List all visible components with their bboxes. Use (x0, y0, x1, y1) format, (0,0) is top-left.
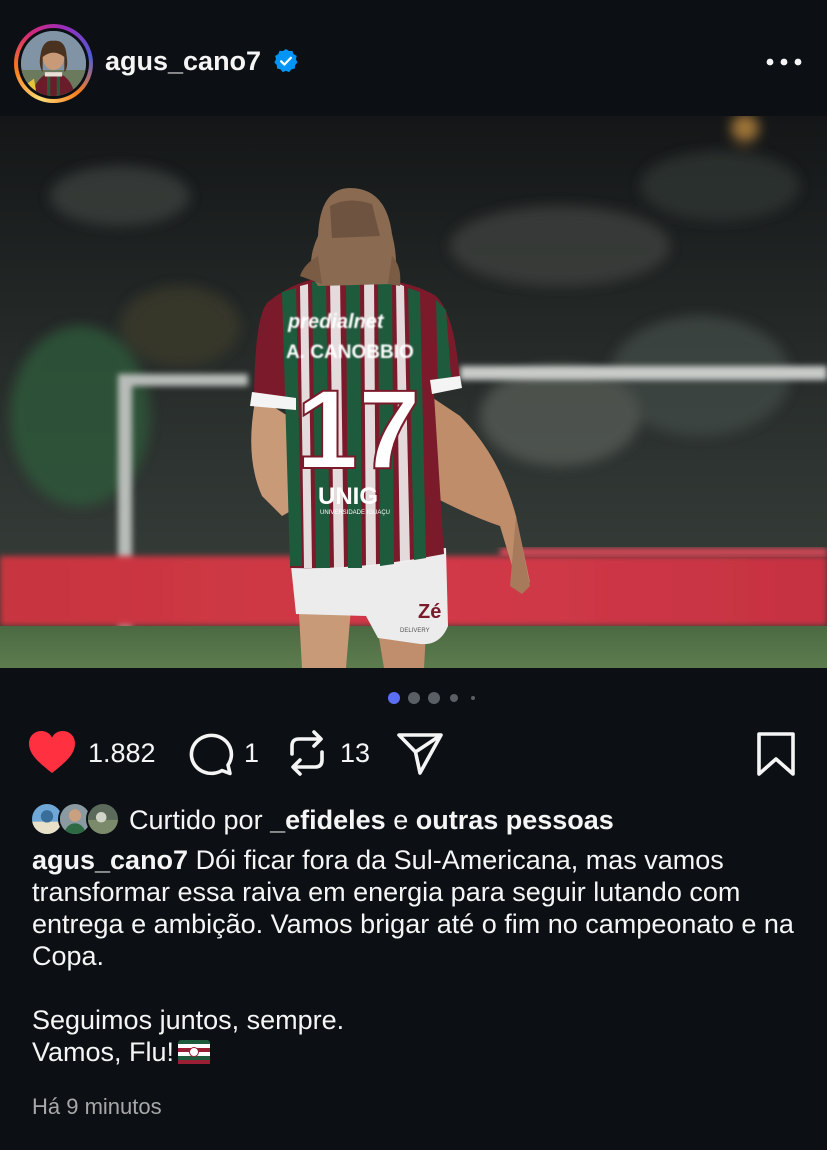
caption-line: Seguimos juntos, sempre. (32, 1005, 345, 1035)
jersey-number: 17 (296, 367, 421, 492)
fluminense-flag-icon (178, 1040, 211, 1064)
avatar[interactable] (21, 31, 86, 96)
liked-by-text: Curtido por _efideles e outras pessoas (129, 805, 614, 836)
jersey-sponsor-bottom-sub: UNIVERSIDADE IGUAÇU (320, 510, 390, 516)
liked-by-avatars (30, 802, 124, 838)
repost-icon[interactable] (286, 730, 328, 776)
heart-icon[interactable] (28, 730, 76, 774)
comments-count[interactable]: 1 (244, 738, 259, 769)
caption-line-text: Vamos, Flu! (32, 1037, 175, 1067)
header-username[interactable]: agus_cano7 (105, 46, 261, 77)
liked-by-others[interactable]: outras pessoas (416, 805, 614, 835)
bookmark-icon[interactable] (756, 731, 796, 777)
liker-avatar (86, 802, 120, 836)
post-caption: agus_cano7 Dói ficar fora da Sul-America… (32, 844, 802, 1068)
shorts-sponsor-sub: DELIVERY (400, 628, 430, 634)
action-bar: 1.882 1 13 (0, 720, 827, 790)
story-ring[interactable] (14, 24, 93, 103)
carousel-dot (450, 694, 458, 702)
post-photo: Zé DELIVERY predialnet A. CANOBBIO 17 UN… (0, 116, 827, 668)
post-header: agus_cano7 (0, 0, 827, 116)
carousel-dot (471, 696, 475, 700)
comment-icon[interactable] (188, 732, 234, 776)
caption-paragraph: agus_cano7 Dói ficar fora da Sul-America… (32, 844, 802, 972)
carousel-dot (408, 692, 420, 704)
more-options-icon[interactable] (764, 52, 804, 72)
caption-username[interactable]: agus_cano7 (32, 845, 188, 875)
post-view: agus_cano7 Zé DELIVERY predialnet A. CAN… (0, 0, 827, 1150)
verified-badge-icon (274, 48, 298, 73)
post-media[interactable]: Zé DELIVERY predialnet A. CANOBBIO 17 UN… (0, 116, 827, 668)
likes-count[interactable]: 1.882 (88, 738, 156, 769)
jersey-sponsor: predialnet (287, 311, 385, 333)
shorts-sponsor: Zé (418, 601, 441, 623)
jersey-sponsor-bottom: UNIG (318, 483, 378, 510)
liked-by-conjunction: e (393, 805, 409, 835)
liked-by-prefix: Curtido por (129, 805, 263, 835)
jersey-name: A. CANOBBIO (286, 342, 414, 363)
caption-line-last: Vamos, Flu! (32, 1036, 802, 1068)
reposts-count[interactable]: 13 (340, 738, 370, 769)
carousel-dot-active (388, 692, 400, 704)
share-icon[interactable] (396, 730, 444, 776)
post-timestamp: Há 9 minutos (32, 1094, 162, 1119)
liked-by-user[interactable]: _efideles (270, 805, 386, 835)
carousel-dot (428, 692, 440, 704)
